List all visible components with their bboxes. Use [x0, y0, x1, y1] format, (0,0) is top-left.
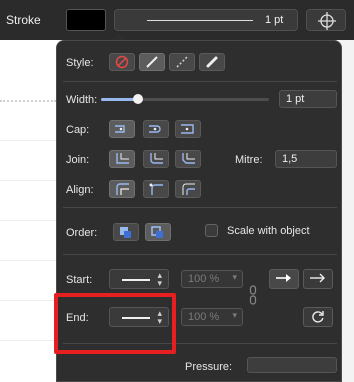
- grid-line: [0, 340, 60, 341]
- cap-square-button[interactable]: [175, 120, 201, 138]
- mitre-field[interactable]: 1,5: [275, 150, 337, 168]
- arrow-right-icon: [276, 274, 291, 282]
- end-scale-value: 100 %: [188, 311, 220, 323]
- cap-round-button[interactable]: [143, 120, 169, 138]
- grid-line: [0, 300, 60, 301]
- end-arrow-swap-button[interactable]: [303, 269, 333, 289]
- crosshair-icon: [318, 12, 336, 30]
- order-stroke-back-button[interactable]: [145, 223, 171, 241]
- start-arrow-swap-button[interactable]: [269, 269, 299, 289]
- link-icon[interactable]: [249, 285, 257, 305]
- dropdown-caret-icon: ▾: [232, 272, 237, 282]
- dotted-guide: [0, 100, 56, 102]
- align-inside-icon: [116, 183, 129, 195]
- width-slider[interactable]: [101, 94, 269, 104]
- stroke-back-icon: [151, 226, 163, 238]
- start-scale-value: 100 %: [188, 273, 220, 285]
- grid-line: [0, 180, 60, 181]
- align-outside-icon: [182, 183, 195, 195]
- separator: [63, 254, 337, 255]
- stroke-width-value: 1 pt: [265, 14, 284, 26]
- stroke-label: Stroke: [6, 13, 41, 27]
- grid-line: [0, 140, 60, 141]
- align-label: Align:: [66, 184, 94, 196]
- align-center-icon: [149, 183, 163, 195]
- width-slider-knob[interactable]: [132, 94, 143, 104]
- width-label: Width:: [66, 94, 98, 106]
- join-bevel-button[interactable]: [175, 150, 201, 168]
- join-miter-button[interactable]: [109, 150, 135, 168]
- align-inside-button[interactable]: [109, 180, 135, 198]
- mitre-label: Mitre:: [235, 154, 263, 166]
- cap-butt-button[interactable]: [109, 120, 135, 138]
- order-stroke-front-button[interactable]: [113, 223, 139, 241]
- brush-icon: [206, 56, 218, 68]
- canvas-area-right: [340, 40, 354, 382]
- bevel-join-icon: [182, 153, 195, 164]
- align-outside-button[interactable]: [175, 180, 201, 198]
- round-cap-icon: [149, 125, 161, 133]
- pressure-label: Pressure:: [185, 361, 233, 373]
- style-dashed-button[interactable]: [169, 53, 195, 71]
- start-line-preview: [122, 279, 150, 281]
- scale-with-object-label: Scale with object: [227, 225, 310, 237]
- stroke-color-well[interactable]: [66, 9, 106, 31]
- separator: [63, 207, 337, 208]
- refresh-icon: [312, 311, 324, 323]
- stroke-preview-line: [147, 20, 253, 21]
- order-label: Order:: [66, 227, 98, 239]
- square-cap-icon: [181, 124, 194, 134]
- style-brush-button[interactable]: [199, 53, 225, 71]
- crosshair-button[interactable]: [306, 9, 346, 31]
- canvas-area: [0, 40, 60, 382]
- cap-label: Cap:: [66, 124, 90, 136]
- arrow-right-icon: [310, 273, 325, 283]
- stroke-toolbar: Stroke 1 pt: [0, 0, 354, 40]
- start-scale-field[interactable]: 100 % ▾: [181, 270, 243, 288]
- join-round-button[interactable]: [143, 150, 169, 168]
- style-none-button[interactable]: [109, 53, 135, 71]
- miter-join-icon: [116, 153, 129, 164]
- annotation-highlight-box: [54, 293, 176, 354]
- solid-line-icon: [146, 56, 158, 68]
- grid-line: [0, 260, 60, 261]
- dropdown-caret-icon: ▾: [232, 310, 237, 320]
- no-stroke-icon: [115, 55, 129, 69]
- scale-with-object-checkbox[interactable]: [205, 224, 218, 237]
- style-solid-button[interactable]: [139, 53, 165, 71]
- end-scale-field[interactable]: 100 % ▾: [181, 308, 243, 326]
- width-field[interactable]: 1 pt: [279, 90, 337, 108]
- grid-line: [0, 220, 60, 221]
- align-center-button[interactable]: [143, 180, 169, 198]
- pressure-graph[interactable]: [247, 357, 337, 373]
- join-label: Join:: [66, 154, 90, 166]
- stroke-front-icon: [120, 227, 131, 238]
- style-label: Style:: [66, 57, 94, 69]
- start-arrowhead-dropdown[interactable]: ▴ ▾: [109, 269, 169, 289]
- stepper-arrows-icon: ▴ ▾: [157, 270, 162, 288]
- dashed-line-icon: [176, 56, 188, 68]
- stroke-width-dropdown[interactable]: 1 pt: [114, 9, 298, 31]
- start-label: Start:: [66, 274, 93, 286]
- butt-cap-icon: [115, 125, 125, 133]
- refresh-button[interactable]: [303, 307, 333, 327]
- separator: [63, 81, 337, 82]
- round-join-icon: [150, 153, 163, 164]
